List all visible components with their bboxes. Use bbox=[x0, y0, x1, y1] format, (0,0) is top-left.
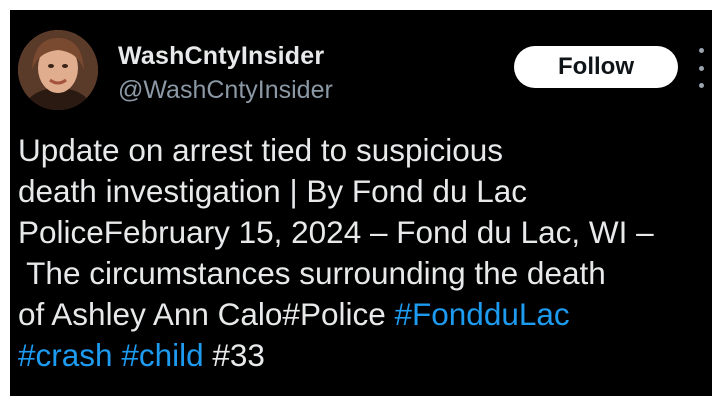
post-text-segment: #33 bbox=[203, 337, 265, 373]
screenshot-frame: WashCntyInsider @WashCntyInsider Follow … bbox=[0, 0, 720, 404]
hashtag-fonddulac[interactable]: #FondduLac bbox=[395, 296, 570, 332]
avatar-image bbox=[18, 30, 98, 110]
display-name[interactable]: WashCntyInsider bbox=[118, 42, 324, 71]
hashtag-crash[interactable]: #crash bbox=[18, 337, 113, 373]
post-text-segment: The circumstances surrounding the death bbox=[18, 255, 606, 291]
tweet-card: WashCntyInsider @WashCntyInsider Follow … bbox=[10, 10, 712, 396]
post-text-segment: death investigation | By Fond du Lac bbox=[18, 173, 528, 209]
follow-button[interactable]: Follow bbox=[514, 46, 678, 88]
post-text: Update on arrest tied to suspicious deat… bbox=[18, 130, 708, 376]
more-dots-icon[interactable] bbox=[696, 48, 706, 88]
post-line: The circumstances surrounding the death bbox=[18, 253, 708, 294]
post-text-segment: of Ashley Ann Calo#Police bbox=[18, 296, 395, 332]
post-line: #crash #child #33 bbox=[18, 335, 708, 376]
hashtag-child[interactable]: #child bbox=[121, 337, 203, 373]
post-text-segment bbox=[113, 337, 122, 373]
post-text-segment: PoliceFebruary 15, 2024 – Fond du Lac, W… bbox=[18, 214, 654, 250]
post-line: death investigation | By Fond du Lac bbox=[18, 171, 708, 212]
avatar[interactable] bbox=[18, 30, 98, 110]
post-text-segment: Update on arrest tied to suspicious bbox=[18, 132, 504, 168]
user-handle[interactable]: @WashCntyInsider bbox=[118, 76, 333, 105]
post-line: Update on arrest tied to suspicious bbox=[18, 130, 708, 171]
post-line: of Ashley Ann Calo#Police #FondduLac bbox=[18, 294, 708, 335]
post-line: PoliceFebruary 15, 2024 – Fond du Lac, W… bbox=[18, 212, 708, 253]
